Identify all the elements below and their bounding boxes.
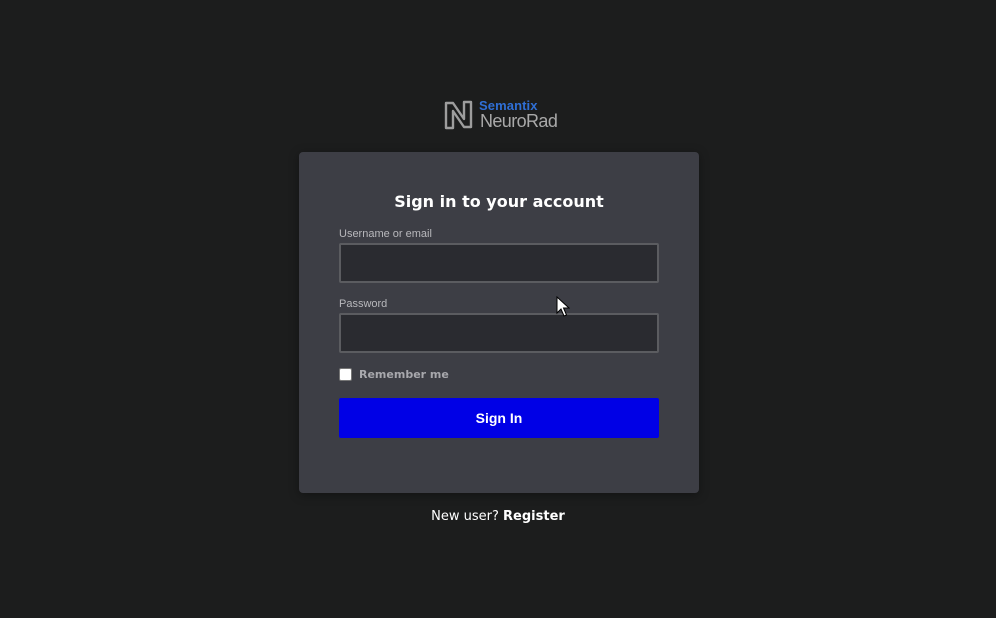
username-input[interactable]: [339, 243, 659, 283]
neurorad-logo-mark-icon: [444, 100, 473, 130]
username-label: Username or email: [339, 228, 432, 240]
page-title: Sign in to your account: [394, 192, 604, 211]
remember-me-row: Remember me: [339, 366, 449, 382]
brand-logo: Semantix NeuroRad: [442, 96, 562, 134]
logo-product-text: NeuroRad: [480, 111, 558, 131]
remember-me-checkbox[interactable]: [339, 367, 352, 381]
password-label: Password: [339, 298, 388, 310]
register-row: New user? Register: [0, 509, 996, 524]
remember-me-label[interactable]: Remember me: [359, 368, 449, 381]
register-link[interactable]: Register: [503, 509, 565, 524]
mouse-cursor-icon: [556, 296, 570, 317]
new-user-prompt: New user?: [431, 509, 499, 524]
login-card: Sign in to your account Username or emai…: [299, 152, 699, 493]
password-input[interactable]: [339, 313, 659, 353]
sign-in-button[interactable]: Sign In: [339, 398, 659, 438]
